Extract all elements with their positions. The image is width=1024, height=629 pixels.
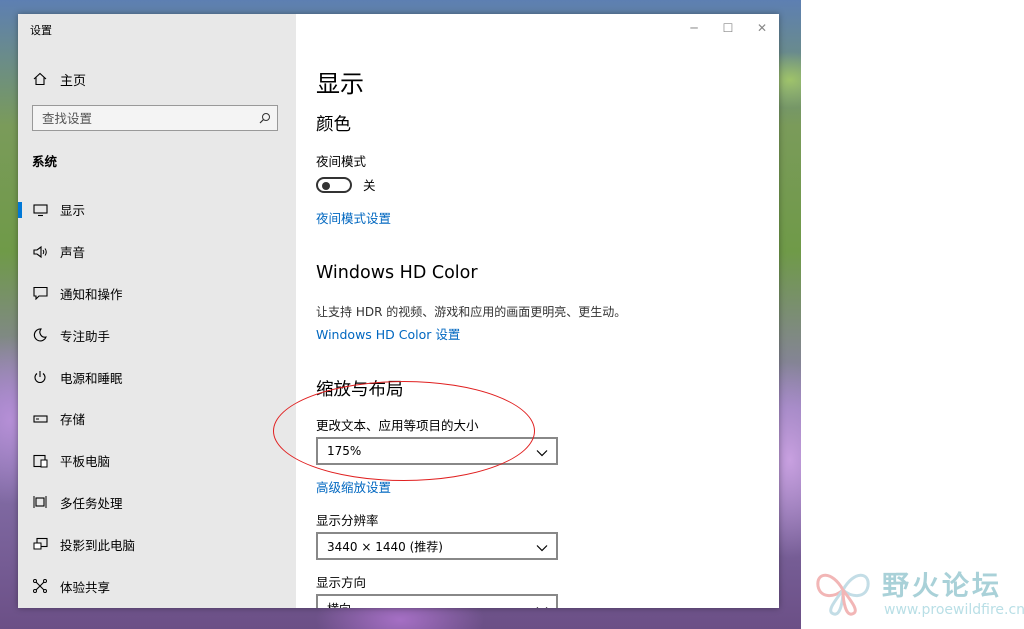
night-mode-state: 关: [363, 178, 376, 193]
sidebar-item-storage[interactable]: 存储: [18, 398, 296, 440]
sidebar-item-display[interactable]: 显示: [18, 189, 296, 231]
watermark-logo-icon: [816, 573, 870, 616]
sidebar-item-label: 平板电脑: [60, 454, 111, 470]
sidebar-item-label: 多任务处理: [60, 495, 123, 511]
nav-list: 显示 声音 通知和操作 专注助手 电源和睡眠 存储 平板电脑 多任务处理 投影到…: [18, 189, 296, 607]
multitask-icon: [32, 494, 48, 510]
night-mode-toggle[interactable]: [316, 176, 352, 193]
sidebar-item-label: 体验共享: [60, 579, 111, 595]
sidebar-item-multitasking[interactable]: 多任务处理: [18, 482, 296, 524]
scale-layout-heading: 缩放与布局: [316, 380, 404, 400]
orientation-dropdown[interactable]: 横向: [316, 594, 558, 608]
hdr-heading: Windows HD Color: [316, 263, 478, 283]
hdr-description: 让支持 HDR 的视频、游戏和应用的画面更明亮、更生动。: [316, 305, 627, 319]
storage-icon: [32, 411, 48, 427]
sidebar-item-label: 通知和操作: [60, 286, 123, 302]
sidebar-item-label: 投影到此电脑: [60, 537, 136, 553]
sidebar-item-label: 电源和睡眠: [60, 370, 123, 386]
sidebar-item-label: 存储: [60, 412, 86, 428]
text-size-dropdown[interactable]: 175%: [316, 437, 558, 465]
color-heading: 颜色: [316, 115, 351, 135]
sidebar: 设置 主页 系统 显示 声: [18, 14, 296, 608]
chevron-down-icon: [536, 537, 548, 556]
sidebar-item-notifications[interactable]: 通知和操作: [18, 273, 296, 315]
search-box[interactable]: [32, 105, 278, 131]
night-mode-label: 夜间模式: [316, 154, 367, 169]
moon-icon: [32, 327, 48, 343]
tablet-icon: [32, 453, 48, 469]
orientation-value: 横向: [327, 600, 351, 609]
hdr-settings-link[interactable]: Windows HD Color 设置: [316, 324, 460, 343]
monitor-icon: [32, 202, 48, 218]
speaker-icon: [32, 244, 48, 260]
text-size-label: 更改文本、应用等项目的大小: [316, 418, 479, 433]
power-icon: [32, 369, 48, 385]
resolution-value: 3440 × 1440 (推荐): [327, 539, 443, 554]
sidebar-item-label: 专注助手: [60, 328, 111, 344]
watermark: 野火论坛 www.proewildfire.cn: [812, 562, 1024, 622]
sidebar-item-shared-experiences[interactable]: 体验共享: [18, 565, 296, 607]
share-icon: [32, 578, 48, 594]
orientation-label: 显示方向: [316, 575, 367, 590]
home-nav-item[interactable]: 主页: [32, 69, 86, 89]
settings-window: 设置 主页 系统 显示 声: [18, 14, 779, 608]
text-size-value: 175%: [327, 444, 362, 458]
section-header-system: 系统: [32, 154, 58, 169]
sidebar-item-label: 声音: [60, 245, 86, 261]
window-title: 设置: [30, 24, 52, 37]
chevron-down-icon: [536, 599, 548, 608]
sidebar-item-sound[interactable]: 声音: [18, 231, 296, 273]
home-icon: [32, 71, 48, 87]
toggle-knob: [322, 181, 330, 190]
watermark-title: 野火论坛: [882, 571, 1002, 602]
night-mode-settings-link[interactable]: 夜间模式设置: [316, 208, 391, 227]
sidebar-item-project[interactable]: 投影到此电脑: [18, 523, 296, 565]
sidebar-item-focus-assist[interactable]: 专注助手: [18, 314, 296, 356]
project-icon: [32, 536, 48, 552]
notification-icon: [32, 285, 48, 301]
sidebar-item-power-sleep[interactable]: 电源和睡眠: [18, 356, 296, 398]
advanced-scaling-link[interactable]: 高级缩放设置: [316, 477, 391, 496]
sidebar-item-label: 显示: [60, 203, 86, 219]
night-mode-toggle-row: 关: [316, 175, 376, 194]
search-input[interactable]: [42, 110, 242, 126]
search-icon[interactable]: [259, 109, 271, 128]
home-label: 主页: [60, 73, 87, 89]
watermark-url: www.proewildfire.cn: [884, 602, 1024, 618]
main-content: 显示 颜色 夜间模式 关 夜间模式设置 Windows HD Color 让支持…: [316, 14, 779, 608]
sidebar-item-tablet[interactable]: 平板电脑: [18, 440, 296, 482]
page-title: 显示: [316, 70, 364, 98]
chevron-down-icon: [536, 442, 548, 461]
resolution-label: 显示分辨率: [316, 513, 379, 528]
resolution-dropdown[interactable]: 3440 × 1440 (推荐): [316, 532, 558, 560]
